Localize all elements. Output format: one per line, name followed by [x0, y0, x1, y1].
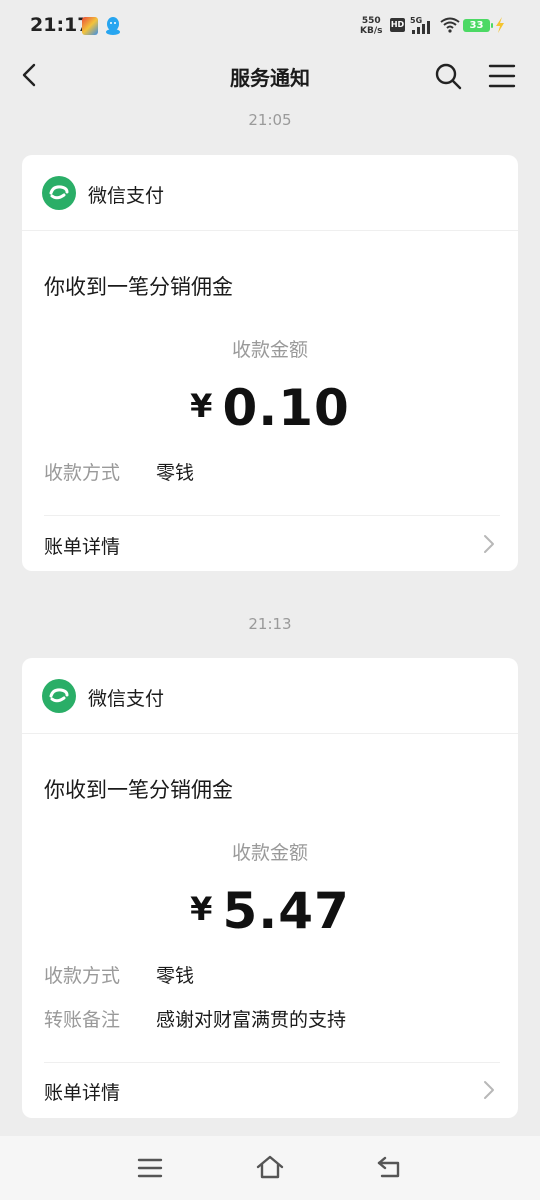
brand-name: 微信支付: [88, 185, 165, 207]
currency-symbol: ¥: [190, 890, 213, 928]
payment-amount: ¥5.47: [22, 882, 518, 940]
service-notifications-screen: 21:17 550 KB/s HD 5G 33 服务通知 21:05 微信支付 …: [0, 0, 540, 1200]
network-speed-unit: KB/s: [360, 26, 383, 36]
message-timestamp: 21:05: [248, 111, 292, 129]
field-value: 零钱: [156, 462, 195, 484]
field-value: 感谢对财富满贯的支持: [156, 1009, 347, 1031]
card-header: 微信支付: [22, 658, 518, 734]
hd-badge: HD: [390, 18, 405, 32]
amount-value: 0.10: [222, 379, 350, 437]
home-icon[interactable]: [255, 1154, 285, 1180]
bill-details-label: 账单详情: [44, 1082, 121, 1104]
payment-notification-card[interactable]: 微信支付 你收到一笔分销佣金 收款金额 ¥5.47 收款方式 零钱 转账备注 感…: [22, 658, 518, 1118]
amount-value: 5.47: [222, 882, 350, 940]
notification-title: 你收到一笔分销佣金: [44, 778, 233, 802]
wifi-icon: [440, 17, 460, 33]
brand-name: 微信支付: [88, 688, 165, 710]
bill-details-link[interactable]: 账单详情: [44, 1072, 500, 1112]
qq-notification-icon: [104, 16, 122, 36]
field-key: 转账备注: [44, 1009, 121, 1031]
system-back-icon[interactable]: [376, 1155, 404, 1179]
recent-apps-icon[interactable]: [137, 1157, 163, 1179]
signal-label: 5G: [410, 16, 422, 25]
nav-bar: 服务通知: [0, 52, 540, 98]
signal-icon: 5G: [410, 15, 436, 35]
chevron-right-icon: [482, 532, 496, 556]
more-menu-icon[interactable]: [488, 63, 516, 89]
divider: [44, 1062, 500, 1063]
payment-notification-card[interactable]: 微信支付 你收到一笔分销佣金 收款金额 ¥0.10 收款方式 零钱 账单详情: [22, 155, 518, 571]
field-row: 收款方式 零钱: [44, 961, 194, 988]
field-row: 转账备注 感谢对财富满贯的支持: [44, 1005, 346, 1032]
currency-symbol: ¥: [190, 387, 213, 425]
notification-title: 你收到一笔分销佣金: [44, 275, 233, 299]
network-speed: 550 KB/s: [360, 16, 382, 36]
charging-bolt-icon: [494, 16, 506, 34]
bill-details-link[interactable]: 账单详情: [44, 526, 500, 566]
amount-label: 收款金额: [231, 842, 308, 864]
card-header: 微信支付: [22, 155, 518, 231]
payment-amount: ¥0.10: [22, 379, 518, 437]
network-speed-value: 550: [361, 16, 381, 26]
message-timestamp: 21:13: [248, 615, 292, 633]
search-icon[interactable]: [434, 62, 462, 90]
status-bar: 21:17 550 KB/s HD 5G 33: [0, 0, 540, 52]
field-row: 收款方式 零钱: [44, 458, 194, 485]
field-value: 零钱: [156, 965, 195, 987]
wechat-pay-icon: [42, 679, 76, 713]
wechat-pay-icon: [42, 176, 76, 210]
divider: [44, 515, 500, 516]
bill-details-label: 账单详情: [44, 536, 121, 558]
chevron-right-icon: [482, 1078, 496, 1102]
battery-level: 33: [463, 19, 493, 32]
system-nav-bar: [0, 1136, 540, 1200]
game-app-notification-icon: [82, 17, 98, 35]
amount-label: 收款金额: [231, 339, 308, 361]
field-key: 收款方式: [44, 462, 121, 484]
field-key: 收款方式: [44, 965, 121, 987]
